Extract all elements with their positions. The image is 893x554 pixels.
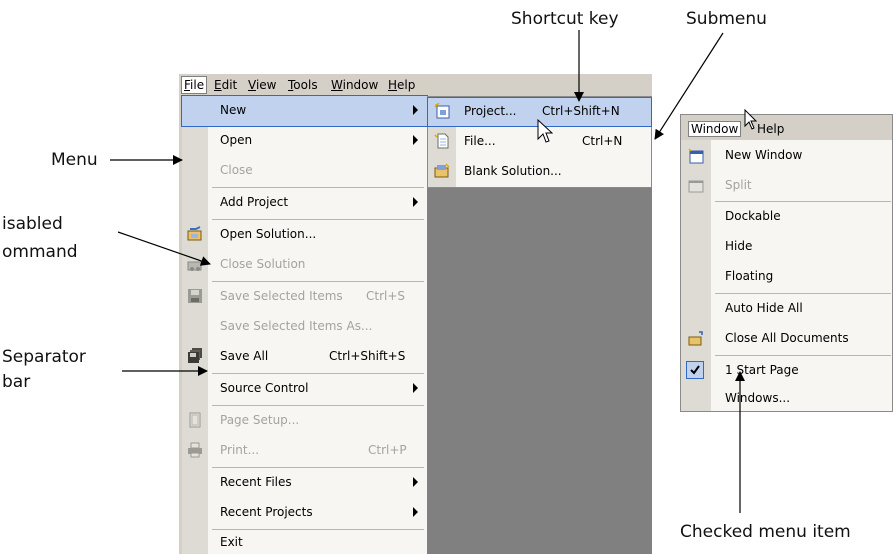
arrow-disabled-command xyxy=(117,231,211,266)
annotation-arrows xyxy=(110,30,745,513)
arrow-submenu xyxy=(654,32,724,140)
